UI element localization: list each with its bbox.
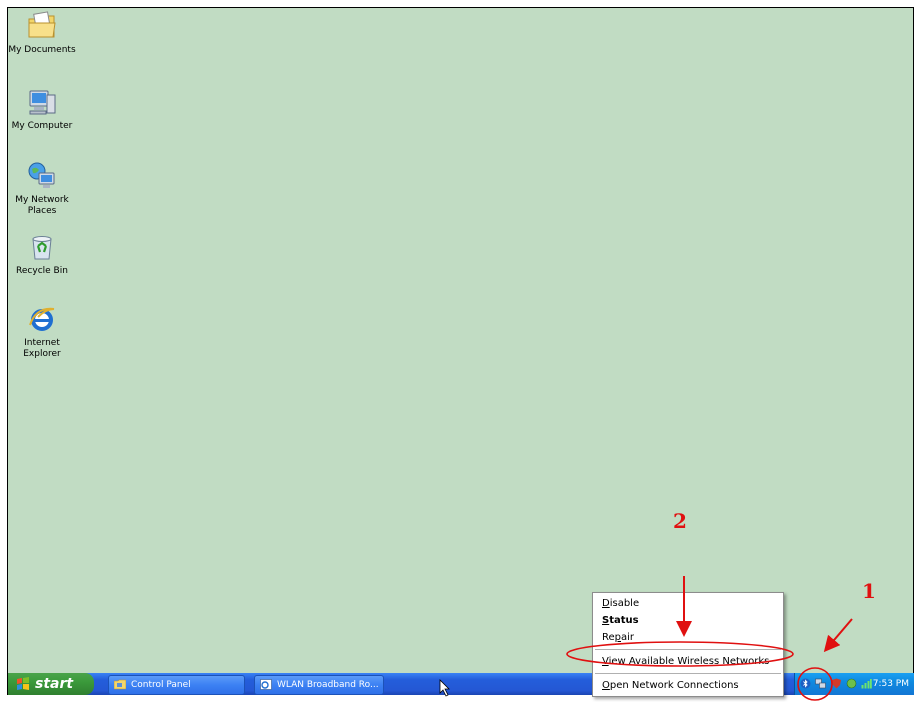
start-label: start	[35, 676, 74, 692]
taskbar-button-control-panel[interactable]: Control Panel	[108, 675, 245, 695]
internet-explorer-icon	[29, 307, 55, 331]
wireless-signal-icon[interactable]	[861, 678, 872, 689]
network-context-menu: Disable Status Repair View Available Wir…	[592, 592, 784, 697]
start-button[interactable]: start	[8, 673, 94, 695]
bluetooth-icon[interactable]	[800, 678, 811, 689]
menu-separator	[595, 673, 781, 674]
taskbar-button-label: WLAN Broadband Ro...	[277, 680, 379, 690]
folder-documents-icon	[28, 11, 56, 38]
windows-logo-icon	[17, 677, 29, 690]
security-shield-icon[interactable]	[831, 678, 842, 689]
recycle-bin-icon	[32, 236, 52, 260]
clock[interactable]: 7:53 PM	[873, 673, 909, 695]
browser-window-icon	[260, 679, 272, 690]
desktop-icon-label: My Network Places	[15, 195, 69, 216]
desktop[interactable]: My Documents My Computer My Network Plac…	[8, 8, 913, 673]
desktop-icon-my-documents[interactable]: My Documents	[8, 10, 76, 56]
network-connection-icon[interactable]	[815, 678, 826, 689]
menu-item-view-wireless-networks[interactable]: View Available Wireless Networks	[593, 653, 783, 670]
desktop-icon-internet-explorer[interactable]: Internet Explorer	[8, 303, 76, 360]
desktop-icon-label: Recycle Bin	[16, 266, 68, 276]
desktop-icon-my-network-places[interactable]: My Network Places	[8, 160, 76, 217]
menu-separator	[595, 649, 781, 650]
desktop-icon-label: My Documents	[8, 45, 76, 55]
menu-item-repair[interactable]: Repair	[593, 629, 783, 646]
menu-item-open-network-connections[interactable]: Open Network Connections	[593, 677, 783, 694]
desktop-icon-my-computer[interactable]: My Computer	[8, 86, 76, 132]
desktop-icon-label: My Computer	[11, 121, 73, 131]
utility-icon[interactable]	[846, 678, 857, 689]
taskbar-button-label: Control Panel	[131, 680, 191, 690]
menu-item-disable[interactable]: Disable	[593, 595, 783, 612]
desktop-icon-recycle-bin[interactable]: Recycle Bin	[8, 231, 76, 277]
desktop-icon-label: Internet Explorer	[23, 338, 61, 359]
menu-item-status[interactable]: Status	[593, 612, 783, 629]
control-panel-icon	[114, 679, 126, 690]
system-tray: 7:53 PM	[794, 673, 914, 695]
network-places-icon	[28, 162, 55, 188]
computer-icon	[29, 90, 56, 115]
annotation-step-2: 2	[673, 509, 687, 533]
taskbar-button-wlan[interactable]: WLAN Broadband Ro...	[254, 675, 384, 695]
annotation-step-1: 1	[862, 579, 876, 603]
